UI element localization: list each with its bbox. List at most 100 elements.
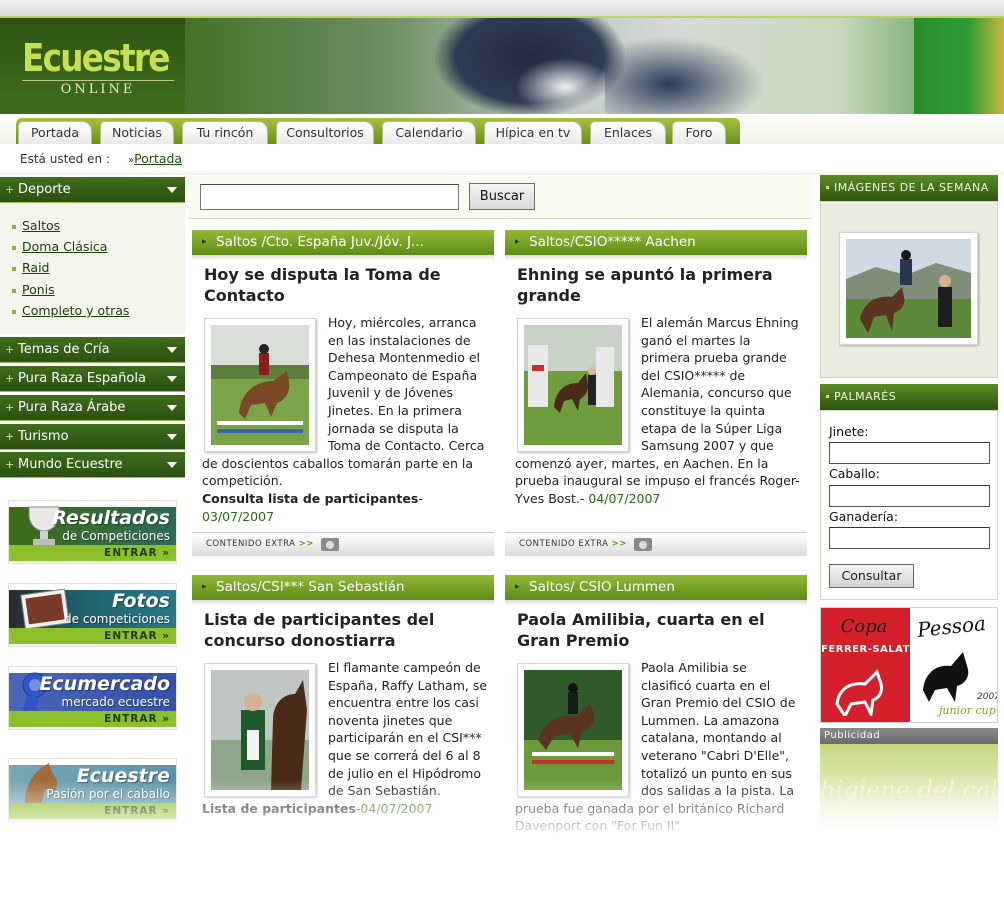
logo-title: Ecuestre [22,36,170,80]
chevron-down-icon [167,434,177,440]
horse-silhouette-icon [923,652,969,702]
article-separator: - [579,490,585,506]
bullet-icon [826,186,829,189]
banner-resultados-title: Resultados [52,507,170,529]
banner-ecumercado-title: Ecumercado [39,673,170,695]
banner-resultados[interactable]: Resultados de Competiciones ENTRAR » [8,500,177,564]
tab-noticias[interactable]: Noticias [100,121,174,144]
breadcrumb: Está usted en : »Portada [20,151,182,166]
banner-fotos[interactable]: Fotos de competiciones ENTRAR » [8,583,177,647]
search-button[interactable]: Buscar [469,183,535,210]
tab-enlaces[interactable]: Enlaces [590,121,666,144]
article-link[interactable]: Consulta lista de participantes [202,491,418,506]
copa-title: Copa [840,616,888,637]
article-category[interactable]: ▸ Saltos/CSIO***** Aachen [505,230,807,255]
ganaderia-input[interactable] [829,527,990,549]
site-logo[interactable]: Ecuestre ONLINE [0,18,185,114]
caballo-label: Caballo: [829,466,880,481]
article-body: El flamante campeón de España, Raffy Lat… [202,660,488,816]
arrow-right-icon: ▸ [515,582,520,592]
plus-icon: + [5,372,15,385]
camera-icon[interactable] [634,538,652,551]
banner-resultados-enter[interactable]: ENTRAR » [9,545,176,561]
chevron-down-icon [167,462,177,468]
consultar-button[interactable]: Consultar [829,564,914,588]
bullet-icon [12,309,16,314]
article-category[interactable]: ▸ Saltos /Cto. España Juv./Jóv. J... [192,230,494,255]
bullet-icon [12,288,16,293]
sidebar-deporte[interactable]: + Deporte [0,177,185,203]
tab-calendario[interactable]: Calendario [382,121,476,144]
plus-icon: + [5,183,15,196]
banner-fotos-enter[interactable]: ENTRAR » [9,628,176,644]
palmares-header: PALMARÉS [820,384,998,410]
article-title[interactable]: Hoy se disputa la Toma de Contacto [204,264,484,306]
sidebar-turismo[interactable]: + Turismo [0,424,185,450]
article-extra-content[interactable]: CONTENIDO EXTRA >> [505,532,807,556]
banner-fotos-title: Fotos [111,590,170,612]
article-card: ▸ Saltos /Cto. España Juv./Jóv. J... Hoy … [190,230,496,560]
week-image[interactable] [839,232,978,345]
plus-icon: + [5,401,15,414]
banner-ecumercado[interactable]: Ecumercado mercado ecuestre ENTRAR » [8,666,177,730]
article-card: ▸ Saltos/ CSIO Lummen Paola Amilibia, cua… [503,575,809,840]
bullet-icon [12,266,16,271]
article-title[interactable]: Ehning se apuntó la primera grande [517,264,797,306]
sidebar-item-saltos[interactable]: Saltos [12,218,60,233]
caballo-input[interactable] [829,485,990,507]
tab-consultorios[interactable]: Consultorios [276,121,374,144]
sidebar-pura-raza-arabe[interactable]: + Pura Raza Árabe [0,395,185,421]
article-extra-content[interactable]: CONTENIDO EXTRA >> [192,532,494,556]
ganaderia-label: Ganadería: [829,509,899,524]
article-link[interactable]: Lista de participantes [202,801,356,816]
copa-year: 2007 [977,692,998,702]
site-header: Ecuestre ONLINE [0,16,1004,114]
article-card: ▸ Saltos/CSI*** San Sebastián Lista de pa… [190,575,496,840]
article-date: 04/07/2007 [588,490,661,506]
article-category[interactable]: ▸ Saltos/CSI*** San Sebastián [192,575,494,600]
sidebar-mundo-ecuestre[interactable]: + Mundo Ecuestre [0,452,185,478]
sidebar-item-doma-clasica[interactable]: Doma Clásica [12,239,107,254]
search-input[interactable] [200,184,459,210]
double-arrow-icon: >> [611,539,627,549]
sidebar-temas-de-cria[interactable]: + Temas de Cría [0,337,185,363]
article-category[interactable]: ▸ Saltos/ CSIO Lummen [505,575,807,600]
breadcrumb-label: Está usted en : [20,152,110,166]
article-title[interactable]: Lista de participantes del concurso dono… [204,609,484,651]
browser-top-strip [0,0,1004,16]
jinete-input[interactable] [829,442,990,464]
breadcrumb-current-link[interactable]: Portada [134,151,182,166]
camera-icon[interactable] [321,538,339,551]
plus-icon: + [5,430,15,443]
banner-ecuestre-enter[interactable]: ENTRAR » [9,803,176,819]
chevron-down-icon [167,187,177,193]
banner-resultados-subtitle: de Competiciones [62,529,170,543]
plus-icon: + [5,343,15,356]
banner-fotos-subtitle: de competiciones [64,612,170,626]
arrow-right-icon: ▸ [202,237,207,247]
sidebar-deporte-label: Deporte [18,182,71,197]
publicidad-header: Publicidad [820,728,998,744]
banner-ecumercado-enter[interactable]: ENTRAR » [9,711,176,727]
sidebar-pura-raza-espanola[interactable]: + Pura Raza Española [0,366,185,392]
sidebar-item-completo[interactable]: Completo y otras [12,303,129,318]
bullet-icon [826,395,829,398]
copa-banner[interactable]: Copa FERRER-SALAT Pessoa 2007 junior cup [820,607,998,723]
copa-ferrer-salat: FERRER-SALAT [821,644,910,655]
tab-tu-rincon[interactable]: Tu rincón [182,121,268,144]
bullet-icon [12,224,16,229]
sidebar-item-raid[interactable]: Raid [12,260,49,275]
banner-ecuestre[interactable]: Ecuestre Pasión por el caballo ENTRAR » [8,758,177,822]
horse-logo-icon [835,669,883,716]
tab-foro[interactable]: Foro [672,121,726,144]
arrow-right-icon: ▸ [202,582,207,592]
tab-hipica-en-tv[interactable]: Hípica en tv [484,121,582,144]
publicidad-banner[interactable]: higiene del cal [820,744,998,839]
article-title[interactable]: Paola Amilibia, cuarta en el Gran Premio [517,609,797,651]
double-arrow-icon: >> [298,539,314,549]
article-date: 03/07/2007 [202,508,275,524]
junior-cup: junior cup [939,704,996,717]
tab-portada[interactable]: Portada [18,121,92,144]
sidebar-item-ponis[interactable]: Ponis [12,282,55,297]
article-body: Paola Amilibia se clasificó cuarta en el… [515,660,796,834]
